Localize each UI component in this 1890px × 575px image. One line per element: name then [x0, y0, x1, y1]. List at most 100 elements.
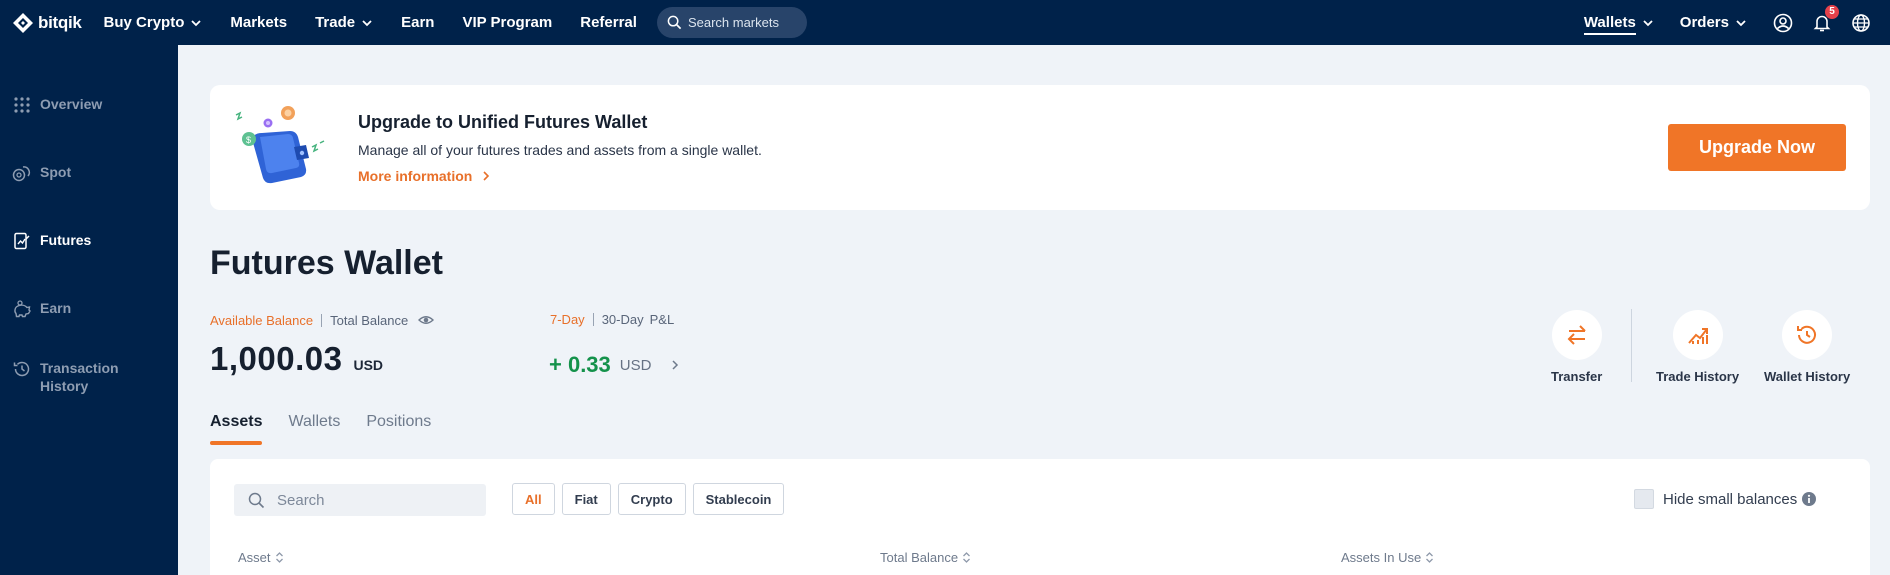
brand-name: bitqik: [38, 12, 82, 32]
chevron-right-icon: [483, 171, 490, 181]
sidebar-item-overview[interactable]: Overview: [12, 95, 172, 115]
banner-description: Manage all of your futures trades and as…: [358, 142, 762, 158]
wallet-tabs: Assets Wallets Positions: [210, 413, 457, 445]
filter-stablecoin[interactable]: Stablecoin: [692, 483, 785, 515]
sidebar-item-earn[interactable]: Earn: [12, 299, 172, 319]
nav-orders-label: Orders: [1679, 14, 1729, 31]
asset-filter-chips: All Fiat Crypto Stablecoin: [512, 483, 791, 515]
upgrade-now-button[interactable]: Upgrade Now: [1668, 124, 1846, 171]
nav-earn[interactable]: Earn: [401, 14, 434, 31]
nav-referral[interactable]: Referral: [580, 14, 637, 31]
futures-document-icon: [14, 232, 30, 250]
piggy-bank-icon: [14, 300, 31, 318]
trade-history-label: Trade History: [1656, 369, 1740, 384]
balance-display: 1,000.03 USD: [210, 340, 383, 378]
nav-markets[interactable]: Markets: [230, 14, 287, 31]
history-clock-icon: [1797, 325, 1817, 344]
total-balance-tab[interactable]: Total Balance: [330, 313, 408, 328]
nav-wallets[interactable]: Wallets: [1583, 0, 1654, 45]
filter-all[interactable]: All: [512, 483, 555, 515]
brand-logo[interactable]: bitqik: [12, 12, 82, 34]
column-header-label: Asset: [238, 550, 271, 565]
balance-toggle: Available Balance Total Balance: [210, 312, 435, 328]
history-clock-icon: [13, 361, 30, 377]
pnl-toggle: 7-Day 30-Day P&L: [550, 312, 674, 327]
upgrade-banner: $ Upgrade to Unified Futures Wallet Mana…: [210, 85, 1870, 210]
column-header-total-balance[interactable]: Total Balance: [880, 550, 971, 565]
wallet-history-icon-circle: [1782, 310, 1833, 360]
transfer-arrows-icon: [1567, 325, 1586, 345]
asset-search-input[interactable]: [277, 491, 477, 509]
svg-text:$: $: [246, 135, 251, 145]
sort-icon: [1426, 552, 1434, 563]
coins-icon: [12, 166, 31, 182]
nav-buy-crypto[interactable]: Buy Crypto: [104, 14, 203, 31]
top-navbar: bitqik Buy Crypto Markets Trade Earn VIP…: [0, 0, 1890, 45]
tab-wallets[interactable]: Wallets: [288, 413, 340, 443]
notifications-button[interactable]: 5: [1812, 4, 1839, 33]
nav-trade[interactable]: Trade: [315, 14, 373, 31]
available-balance-tab[interactable]: Available Balance: [210, 313, 313, 328]
nav-vip-program[interactable]: VIP Program: [462, 14, 552, 31]
pnl-display[interactable]: + 0.33 USD: [549, 352, 681, 378]
pnl-label: P&L: [649, 312, 675, 327]
column-header-label: Assets In Use: [1341, 550, 1422, 565]
transfer-icon-circle: [1551, 310, 1602, 360]
tab-positions[interactable]: Positions: [366, 413, 431, 443]
transfer-label: Transfer: [1551, 369, 1603, 384]
right-nav: Wallets Orders 5: [1583, 0, 1890, 45]
wallet-coins-illustration: $: [235, 106, 325, 184]
column-header-assets-in-use[interactable]: Assets In Use: [1341, 550, 1434, 565]
nav-markets-label: Markets: [230, 14, 288, 31]
search-icon: [667, 15, 682, 30]
hide-small-balances: Hide small balances: [1634, 489, 1817, 509]
wallet-sidebar: Overview Spot Futures Earn Transaction H…: [0, 45, 178, 575]
notification-badge: 5: [1825, 4, 1839, 19]
info-icon[interactable]: [1801, 491, 1817, 507]
asset-search-box: [234, 484, 486, 516]
pnl-unit: USD: [619, 356, 652, 374]
column-header-asset[interactable]: Asset: [238, 550, 284, 565]
divider: [321, 313, 323, 327]
sort-icon: [963, 552, 971, 563]
hide-small-balances-label: Hide small balances: [1663, 490, 1798, 508]
page-title: Futures Wallet: [210, 244, 443, 282]
sidebar-item-transaction-history[interactable]: Transaction History: [12, 359, 172, 395]
eye-icon[interactable]: [418, 312, 435, 328]
sidebar-item-futures[interactable]: Futures: [12, 231, 172, 251]
tab-assets[interactable]: Assets: [210, 413, 263, 445]
trade-history-button[interactable]: Trade History: [1656, 310, 1739, 384]
sidebar-item-label: Overview: [40, 96, 103, 112]
column-header-label: Total Balance: [880, 550, 959, 565]
assets-card: All Fiat Crypto Stablecoin Hide small ba…: [210, 459, 1870, 575]
filter-crypto[interactable]: Crypto: [617, 483, 686, 515]
hide-small-balances-checkbox[interactable]: [1634, 489, 1654, 509]
sidebar-item-label: Spot: [40, 164, 72, 180]
bitqik-logo-icon: [13, 12, 33, 33]
more-information-link[interactable]: More information: [358, 168, 492, 184]
nav-orders[interactable]: Orders: [1680, 0, 1747, 45]
nav-buy-crypto-label: Buy Crypto: [103, 14, 185, 31]
wallet-history-button[interactable]: Wallet History: [1764, 310, 1850, 384]
language-button[interactable]: [1851, 13, 1871, 33]
market-search-input[interactable]: Search markets: [656, 7, 807, 38]
sort-icon: [275, 552, 283, 563]
pnl-7day-tab[interactable]: 7-Day: [550, 312, 585, 327]
divider: [592, 313, 594, 326]
globe-icon: [1852, 13, 1870, 32]
sidebar-item-spot[interactable]: Spot: [12, 163, 172, 183]
account-button[interactable]: [1773, 13, 1793, 33]
nav-vip-label: VIP Program: [462, 14, 553, 31]
chevron-right-icon: [672, 360, 679, 370]
grid-dots-icon: [14, 97, 30, 113]
transfer-button[interactable]: Transfer: [1551, 310, 1602, 384]
filter-fiat[interactable]: Fiat: [561, 483, 611, 515]
chevron-down-icon: [1643, 19, 1653, 26]
balance-amount: 1,000.03: [210, 340, 343, 377]
pnl-30day-tab[interactable]: 30-Day: [602, 312, 644, 327]
search-icon: [248, 492, 265, 508]
banner-title: Upgrade to Unified Futures Wallet: [358, 112, 648, 132]
sidebar-item-label: Futures: [40, 232, 92, 248]
chart-trend-icon: [1687, 328, 1708, 344]
sidebar-item-label: Transaction History: [40, 360, 119, 394]
